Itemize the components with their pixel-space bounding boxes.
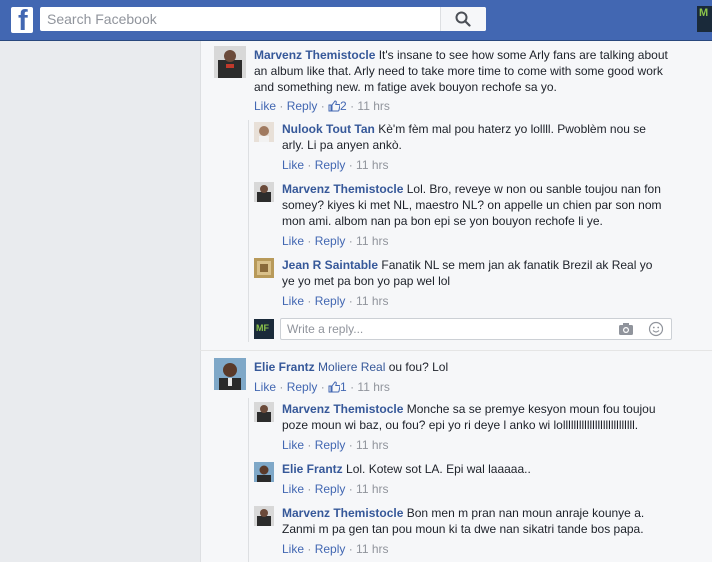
timestamp: 11 hrs — [356, 438, 389, 452]
comment-author[interactable]: Jean R Saintable — [282, 258, 378, 272]
top-navigation-bar: f M — [0, 0, 712, 41]
like-link[interactable]: Like — [282, 294, 304, 308]
comment-author[interactable]: Nulook Tout Tan — [282, 122, 375, 136]
comment-author[interactable]: Elie Frantz — [282, 462, 343, 476]
timestamp: 11 hrs — [356, 294, 389, 308]
search-button[interactable] — [440, 7, 486, 31]
comment-actions: Like · Reply · 1 · 11 hrs — [254, 380, 390, 394]
comment-text: Lol. Kotew sot LA. Epi wal laaaaa.. — [346, 462, 531, 476]
reply-body: Marvenz Themistocle Bon men m pran nan m… — [282, 505, 668, 537]
comment-body: Marvenz Themistocle It's insane to see h… — [254, 47, 674, 95]
comment-actions: Like · Reply · 11 hrs — [282, 158, 389, 172]
like-link[interactable]: Like — [254, 99, 276, 113]
comment-text: ou fou? Lol — [388, 360, 449, 374]
comment-author[interactable]: Marvenz Themistocle — [282, 182, 403, 196]
search-box — [40, 7, 486, 31]
comment-actions: Like · Reply · 11 hrs — [282, 438, 389, 452]
search-icon — [455, 11, 471, 27]
comment-actions: Like · Reply · 2 · 11 hrs — [254, 99, 390, 113]
reply-avatar: MF — [254, 319, 274, 339]
comment-actions: Like · Reply · 11 hrs — [282, 294, 389, 308]
reply-body: Nulook Tout Tan Kè'm fèm mal pou haterz … — [282, 121, 662, 153]
reactions-number: 1 — [340, 380, 347, 394]
reply-link[interactable]: Reply — [315, 438, 346, 452]
reactions-number: 2 — [340, 99, 347, 113]
comment-author[interactable]: Elie Frantz — [254, 360, 315, 374]
reply-body: Marvenz Themistocle Monche sa se premye … — [282, 401, 668, 433]
profile-avatar[interactable]: M — [697, 6, 712, 32]
like-link[interactable]: Like — [282, 234, 304, 248]
comment-actions: Like · Reply · 11 hrs — [282, 542, 389, 556]
reply-thread-line — [248, 120, 249, 342]
reply-link[interactable]: Reply — [315, 294, 346, 308]
reply-body: Elie Frantz Lol. Kotew sot LA. Epi wal l… — [282, 461, 662, 477]
reply-body: Marvenz Themistocle Lol. Bro, reveye w n… — [282, 181, 668, 229]
camera-icon[interactable] — [618, 322, 634, 336]
smiley-icon[interactable] — [648, 321, 664, 337]
avatar[interactable] — [254, 122, 274, 142]
comment-divider — [200, 350, 712, 351]
timestamp: 11 hrs — [356, 542, 389, 556]
reply-link[interactable]: Reply — [287, 99, 318, 113]
reactions-count[interactable]: 2 — [328, 99, 347, 113]
reply-input[interactable] — [287, 321, 607, 337]
avatar[interactable] — [254, 182, 274, 202]
reply-link[interactable]: Reply — [287, 380, 318, 394]
search-input[interactable] — [40, 7, 440, 31]
avatar[interactable] — [214, 46, 246, 78]
reply-link[interactable]: Reply — [315, 158, 346, 172]
timestamp: 11 hrs — [357, 380, 390, 394]
facebook-logo[interactable]: f — [11, 7, 33, 33]
logo-glyph: f — [18, 7, 28, 33]
comment-author[interactable]: Marvenz Themistocle — [282, 402, 403, 416]
like-link[interactable]: Like — [282, 482, 304, 496]
mentioned-user-tag[interactable]: Moliere Real — [318, 360, 385, 374]
reactions-count[interactable]: 1 — [328, 380, 347, 394]
reply-body: Jean R Saintable Fanatik NL se mem jan a… — [282, 257, 662, 289]
timestamp: 11 hrs — [356, 158, 389, 172]
reply-thread-line — [248, 398, 249, 562]
timestamp: 11 hrs — [357, 99, 390, 113]
comment-body: Elie Frantz Moliere Real ou fou? Lol — [254, 359, 674, 375]
like-link[interactable]: Like — [282, 438, 304, 452]
comments-panel — [200, 41, 712, 562]
thumbs-up-icon — [328, 381, 341, 393]
like-link[interactable]: Like — [282, 542, 304, 556]
comment-actions: Like · Reply · 11 hrs — [282, 234, 389, 248]
reply-composer — [280, 318, 672, 340]
avatar[interactable] — [214, 358, 246, 390]
avatar[interactable] — [254, 402, 274, 422]
comment-author[interactable]: Marvenz Themistocle — [254, 48, 375, 62]
avatar[interactable] — [254, 506, 274, 526]
reply-link[interactable]: Reply — [315, 234, 346, 248]
comment-author[interactable]: Marvenz Themistocle — [282, 506, 403, 520]
reply-link[interactable]: Reply — [315, 542, 346, 556]
profile-avatar-text: M — [699, 7, 709, 19]
timestamp: 11 hrs — [356, 234, 389, 248]
avatar[interactable] — [254, 258, 274, 278]
thumbs-up-icon — [328, 100, 341, 112]
avatar[interactable] — [254, 462, 274, 482]
comment-actions: Like · Reply · 11 hrs — [282, 482, 389, 496]
like-link[interactable]: Like — [282, 158, 304, 172]
like-link[interactable]: Like — [254, 380, 276, 394]
reply-avatar-text: MF — [256, 323, 269, 333]
reply-link[interactable]: Reply — [315, 482, 346, 496]
timestamp: 11 hrs — [356, 482, 389, 496]
